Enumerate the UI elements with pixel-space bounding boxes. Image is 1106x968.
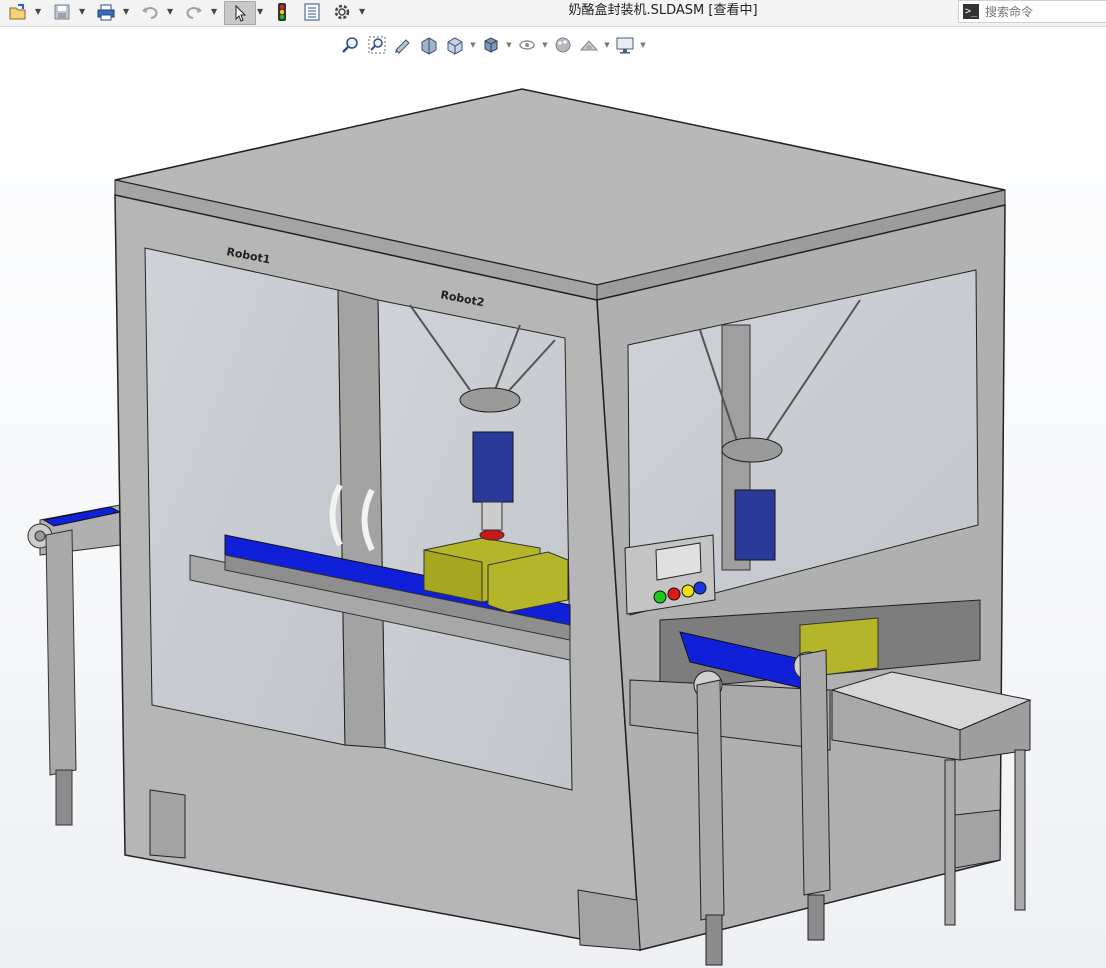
control-panel[interactable] <box>624 534 716 615</box>
search-commands-box[interactable]: >_ <box>958 0 1106 23</box>
window-title: 奶酪盒封装机.SLDASM [查看中] <box>568 3 758 18</box>
assembly-model-view[interactable]: Robot1 Robot2 <box>0 27 1106 968</box>
front-glass-door-left <box>144 247 346 746</box>
search-commands-input[interactable] <box>983 3 1105 20</box>
front-right-leg <box>577 889 641 951</box>
reset-button[interactable] <box>693 581 707 595</box>
left-infeed-conveyor <box>27 504 122 826</box>
front-left-leg <box>149 789 186 859</box>
start-button[interactable] <box>653 590 667 604</box>
back-right-leg <box>954 809 1001 869</box>
stop-button[interactable] <box>667 587 681 601</box>
title-bar: ▼ ▼ ▼ ▼ ▼ ▼ ▼ 奶酪盒封装机.SLDASM [查看中] >_ 搜索命… <box>0 0 1106 27</box>
pause-button[interactable] <box>681 584 695 598</box>
command-prompt-icon: >_ <box>963 4 979 19</box>
